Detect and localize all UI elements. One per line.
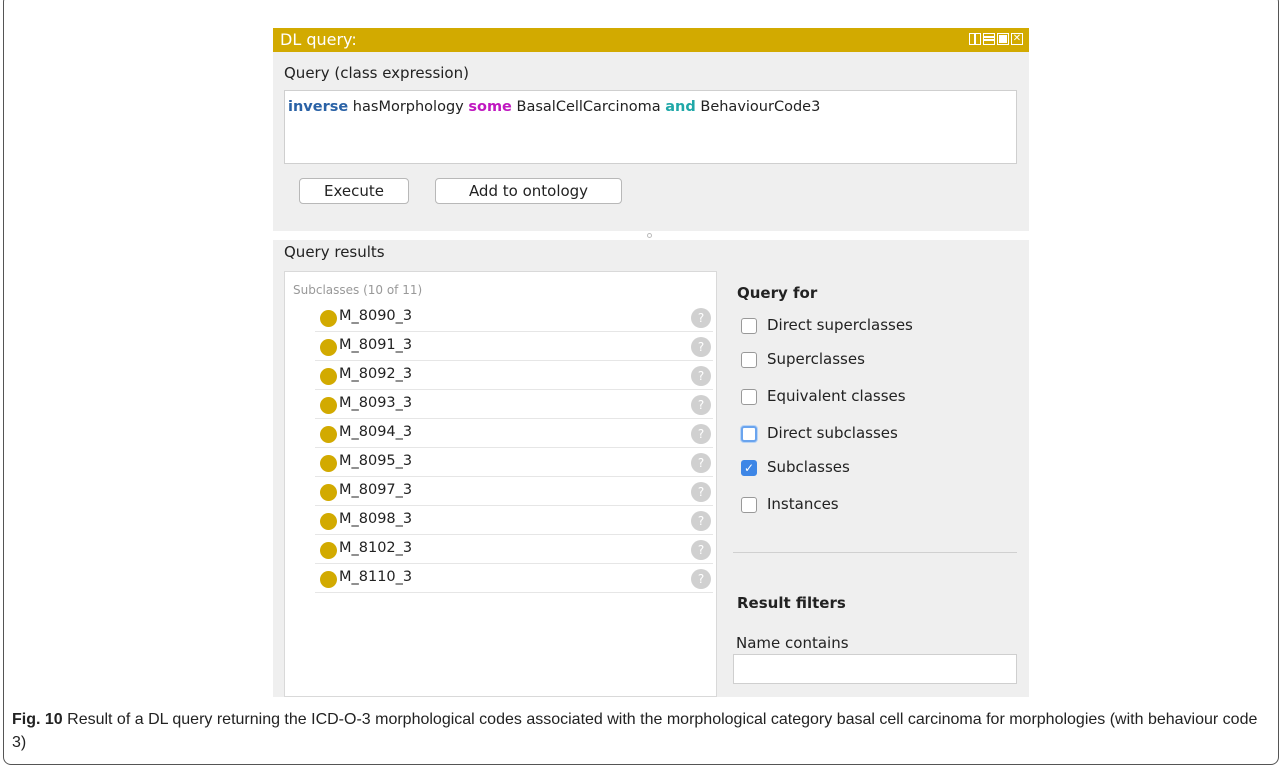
help-icon[interactable]: ? [691,395,711,415]
list-item[interactable]: M_8098_3? [315,506,713,535]
help-icon[interactable]: ? [691,337,711,357]
keyword-inverse: inverse [288,99,349,115]
item-label: M_8091_3 [339,337,413,353]
item-label: M_8090_3 [339,308,413,324]
list-item[interactable]: M_8091_3? [315,332,713,361]
checkbox[interactable] [741,318,757,334]
class-icon [320,484,337,501]
help-icon[interactable]: ? [691,366,711,386]
list-item[interactable]: M_8095_3? [315,448,713,477]
execute-button[interactable]: Execute [299,178,409,204]
class-icon [320,339,337,356]
checkbox-label: Superclasses [767,350,865,368]
class-expression-editor[interactable]: inverse hasMorphology some BasalCellCarc… [284,90,1017,164]
caption-text: Result of a DL query returning the ICD-O… [12,711,1258,751]
item-label: M_8095_3 [339,453,413,469]
divider-grip-icon[interactable] [647,233,652,238]
keyword-and: and [665,99,696,115]
name-contains-label: Name contains [736,634,849,652]
results-header: Subclasses (10 of 11) [293,283,423,297]
help-icon[interactable]: ? [691,453,711,473]
checkbox-label: Subclasses [767,458,850,476]
checkmark-icon[interactable]: ✓ [741,460,757,476]
close-icon[interactable]: ✕ [1011,33,1023,45]
window-title: DL query: [280,30,357,49]
figure-caption: Fig. 10 Result of a DL query returning t… [12,708,1267,754]
list-item[interactable]: M_8093_3? [315,390,713,419]
help-icon[interactable]: ? [691,511,711,531]
class-icon [320,397,337,414]
class-expression-text: inverse hasMorphology some BasalCellCarc… [288,99,820,115]
figure-label: Fig. 10 [12,711,63,728]
name-contains-input[interactable] [733,654,1017,684]
list-item[interactable]: M_8110_3? [315,564,713,593]
divider [733,552,1017,553]
help-icon[interactable]: ? [691,424,711,444]
help-icon[interactable]: ? [691,540,711,560]
item-label: M_8094_3 [339,424,413,440]
class-token: BasalCellCarcinoma [511,99,666,115]
results-list[interactable]: Subclasses (10 of 11) M_8090_3? M_8091_3… [284,271,717,697]
checkbox[interactable] [741,426,757,442]
checkbox[interactable] [741,389,757,405]
list-item[interactable]: M_8097_3? [315,477,713,506]
item-label: M_8093_3 [339,395,413,411]
item-label: M_8098_3 [339,511,413,527]
class-icon [320,426,337,443]
split-divider[interactable] [273,231,1029,240]
class-icon [320,571,337,588]
results-section-label: Query results [284,243,385,261]
window-titlebar: DL query: ✕ [273,28,1029,52]
checkbox[interactable] [741,497,757,513]
class-icon [320,513,337,530]
help-icon[interactable]: ? [691,569,711,589]
maximize-icon[interactable] [997,33,1009,45]
query-section-label: Query (class expression) [284,64,469,82]
property-token: hasMorphology [348,99,469,115]
checkbox-label: Equivalent classes [767,387,906,405]
help-icon[interactable]: ? [691,482,711,502]
keyword-some: some [468,99,512,115]
class-icon [320,542,337,559]
split-view-icon[interactable] [969,33,981,45]
item-label: M_8110_3 [339,569,413,585]
list-item[interactable]: M_8092_3? [315,361,713,390]
checkbox-label: Direct subclasses [767,424,898,442]
query-for-title: Query for [737,284,818,302]
list-item[interactable]: M_8094_3? [315,419,713,448]
list-item[interactable]: M_8090_3? [315,303,713,332]
list-item[interactable]: M_8102_3? [315,535,713,564]
class-token-2: BehaviourCode3 [695,99,821,115]
window-buttons: ✕ [969,33,1023,45]
help-icon[interactable]: ? [691,308,711,328]
add-to-ontology-button[interactable]: Add to ontology [435,178,622,204]
item-label: M_8092_3 [339,366,413,382]
class-icon [320,455,337,472]
item-label: M_8102_3 [339,540,413,556]
query-options-panel: Query for Direct superclasses Superclass… [717,271,1029,697]
checkbox[interactable] [741,352,757,368]
dl-query-window: DL query: ✕ Query (class expression) inv… [273,28,1029,697]
checkbox-label: Instances [767,495,839,513]
class-icon [320,310,337,327]
item-label: M_8097_3 [339,482,413,498]
class-icon [320,368,337,385]
checkbox-label: Direct superclasses [767,316,913,334]
result-filters-title: Result filters [737,594,846,612]
minimize-icon[interactable] [983,33,995,45]
